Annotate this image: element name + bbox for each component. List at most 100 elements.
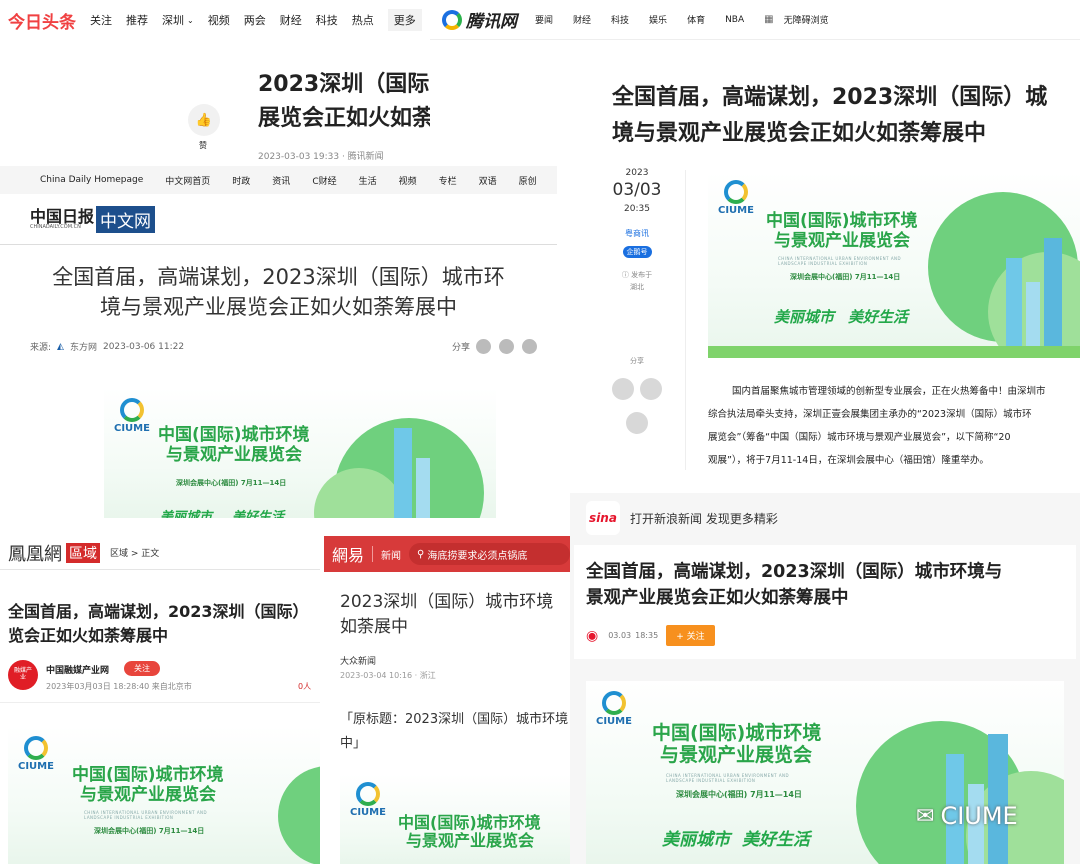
toutiao-logo[interactable]: 今日头条 [8, 8, 76, 33]
ifeng-author-name[interactable]: 中国融媒产业网 [46, 663, 109, 676]
ifeng-author-avatar[interactable]: 融媒产业 [8, 660, 38, 690]
quote-line-2: 中」 [340, 736, 367, 751]
cd-nav-item[interactable]: China Daily Homepage [40, 175, 143, 185]
ifeng-logo[interactable]: 鳳凰網 [8, 540, 62, 566]
plus-share-icon[interactable] [522, 339, 538, 354]
tencent-nav-news[interactable]: 要闻 [535, 13, 553, 26]
location: 湖北 [630, 283, 644, 291]
qq-share-icon[interactable] [639, 378, 662, 400]
ifeng-follow-button[interactable]: 关注 [124, 661, 160, 676]
title-line-1: 2023深圳（国际）城市环境 [340, 592, 554, 612]
tencent-article-title: 全国首届，高端谋划，2023深圳（国际）城 境与景观产业展览会正如火如荼筹展中 [612, 80, 1047, 152]
weibo-share-icon[interactable] [499, 339, 515, 354]
source-label: 来源: [30, 343, 52, 353]
chinadaily-article-title: 全国首届，高端谋划，2023深圳（国际）城市环 境与景观产业展览会正如火如荼筹展… [0, 262, 557, 322]
ifeng-poster-image: CIUME 中国(国际)城市环境 与景观产业展览会 CHINA INTERNATI… [8, 726, 320, 864]
sina-follow-button[interactable]: + 关注 [666, 625, 715, 646]
nav-item-more[interactable]: 更多 [387, 9, 422, 31]
cd-logo-cn: 中国日报 [30, 207, 95, 226]
poster-title: 中国(国际)城市环境 与景观产业展览会 [398, 813, 541, 851]
author-badge: 企鹅号 [622, 246, 652, 258]
nav-item-shenzhen[interactable]: 深圳 [162, 12, 184, 28]
cd-nav-item[interactable]: 资讯 [272, 174, 290, 187]
tencent-nav-sports[interactable]: 体育 [687, 13, 705, 26]
nav-item-tech[interactable]: 科技 [316, 12, 338, 28]
tencent-nav-ent[interactable]: 娱乐 [649, 13, 667, 26]
wechat-share-icon[interactable] [612, 378, 635, 400]
poster-logo: CIUME [18, 736, 54, 772]
poster-logo-text: CIUME [18, 761, 54, 772]
ifeng-region-tag: 區域 [66, 542, 100, 563]
title-line-2: 境与景观产业展览会正如火如荼筹展中 [612, 121, 987, 146]
poster-en-line-2: LANDSCAPE INDUSTRIAL EXHIBITION [778, 261, 868, 266]
tencent-nav-tech[interactable]: 科技 [611, 13, 629, 26]
cd-nav-item[interactable]: 双语 [479, 174, 497, 187]
cd-nav-item[interactable]: 生活 [359, 174, 377, 187]
search-placeholder: 海底捞要求必须点锅底 [427, 550, 528, 562]
watermark-text: CIUME [940, 802, 1018, 830]
like-button[interactable]: 👍 [188, 104, 220, 136]
chevron-down-icon[interactable]: ⌄ [187, 16, 194, 25]
poster-title-line-1: 中国(国际)城市环境 [158, 425, 310, 445]
chinadaily-share: 分享 [452, 339, 538, 354]
like-label: 赞 [199, 141, 207, 150]
chinadaily-poster-image: CIUME 中国(国际)城市环境 与景观产业展览会 深圳会展中心(福田) 7月11… [104, 388, 496, 518]
poster-title-line-2: 与景观产业展览会 [660, 743, 813, 766]
grid-icon[interactable]: ▦ [764, 14, 773, 25]
poster-venue: 深圳会展中心(福田) 7月11—14日 [676, 790, 802, 799]
tencent-nav-finance[interactable]: 财经 [573, 13, 591, 26]
chinadaily-panel: China Daily Homepage 中文网首页 时政 资讯 C财经 生活 … [0, 166, 557, 518]
title-line-1: 全国首届，高端谋划，2023深圳（国际）城市环境与 [586, 562, 1003, 582]
chinadaily-logo[interactable]: 中国日报 CHINADAILY.COM.CN 中文网 [30, 206, 156, 233]
ifeng-meta: 2023年03月03日 18:28:40 来自北京市 [46, 682, 192, 691]
cd-nav-item[interactable]: 专栏 [439, 174, 457, 187]
nav-item-follow[interactable]: 关注 [90, 12, 112, 28]
cd-nav-item[interactable]: 时政 [232, 174, 250, 187]
tencent-divider [685, 170, 686, 470]
accessibility-link[interactable]: 无障碍浏览 [784, 13, 829, 26]
poster-venue: 深圳会展中心(福田) 7月11—14日 [94, 827, 205, 835]
qzone-share-icon[interactable] [626, 412, 648, 434]
tencent-logo-icon [442, 9, 462, 30]
poster-building [416, 458, 430, 518]
netease-logo[interactable]: 網易 [332, 542, 364, 566]
author-name[interactable]: 粤商讯 [612, 228, 662, 239]
date-day: 03/03 [612, 180, 662, 200]
poster-title: 中国(国际)城市环境 与景观产业展览会 [652, 722, 821, 767]
nav-item-twosessions[interactable]: 两会 [244, 12, 266, 28]
netease-article-title: 2023深圳（国际）城市环境 如荼展中 [340, 590, 553, 640]
tencent-nav-nba[interactable]: NBA [725, 15, 744, 25]
poster-logo: CIUME [596, 691, 632, 727]
cd-nav-item[interactable]: 原创 [519, 174, 537, 187]
poster-venue: 深圳会展中心(福田) 7月11—14日 [790, 273, 901, 281]
netease-meta: 2023-03-04 10:16 · 浙江 [340, 671, 436, 680]
sina-time: 18:35 [635, 631, 659, 640]
title-line-1: 2023深圳（国际 [258, 72, 430, 97]
nav-item-finance[interactable]: 财经 [280, 12, 302, 28]
date-year: 2023 [625, 168, 649, 178]
header-divider [372, 546, 374, 562]
body-line: 国内首届聚焦城市管理领域的创新型专业展会，正在火热筹备中！由深圳市 [732, 386, 1046, 397]
poster-title: 中国(国际)城市环境 与景观产业展览会 [72, 765, 224, 805]
netease-channel[interactable]: 新闻 [381, 547, 401, 562]
netease-source[interactable]: 大众新闻 [340, 654, 376, 667]
wechat-share-icon[interactable] [476, 339, 492, 354]
cd-nav-item[interactable]: C财经 [312, 174, 336, 187]
nav-item-hot[interactable]: 热点 [352, 12, 374, 28]
nav-item-recommend[interactable]: 推荐 [126, 12, 148, 28]
sina-logo-badge[interactable]: sina [586, 501, 620, 535]
tencent-logo[interactable]: 腾讯网 [466, 7, 517, 32]
poster-logo-text: CIUME [114, 423, 150, 434]
breadcrumb[interactable]: 区域 > 正文 [110, 546, 159, 559]
cd-nav-item[interactable]: 中文网首页 [165, 174, 210, 187]
ifeng-comment-count[interactable]: 0人 [298, 681, 311, 692]
cd-nav-item[interactable]: 视频 [399, 174, 417, 187]
share-label: 分享 [452, 343, 471, 353]
nav-item-video[interactable]: 视频 [208, 12, 230, 28]
toutiao-article-title: 2023深圳（国际 展览会正如火如荼 [258, 68, 430, 136]
netease-search-input[interactable]: ⚲ 海底捞要求必须点锅底 [409, 543, 570, 565]
poster-en-line-2: LANDSCAPE INDUSTRIAL EXHIBITION [84, 815, 174, 820]
poster-title-line-2: 与景观产业展览会 [166, 444, 302, 465]
poster-title-line-1: 中国(国际)城市环境 [766, 211, 918, 231]
poster-title: 中国(国际)城市环境 与景观产业展览会 [766, 211, 918, 251]
